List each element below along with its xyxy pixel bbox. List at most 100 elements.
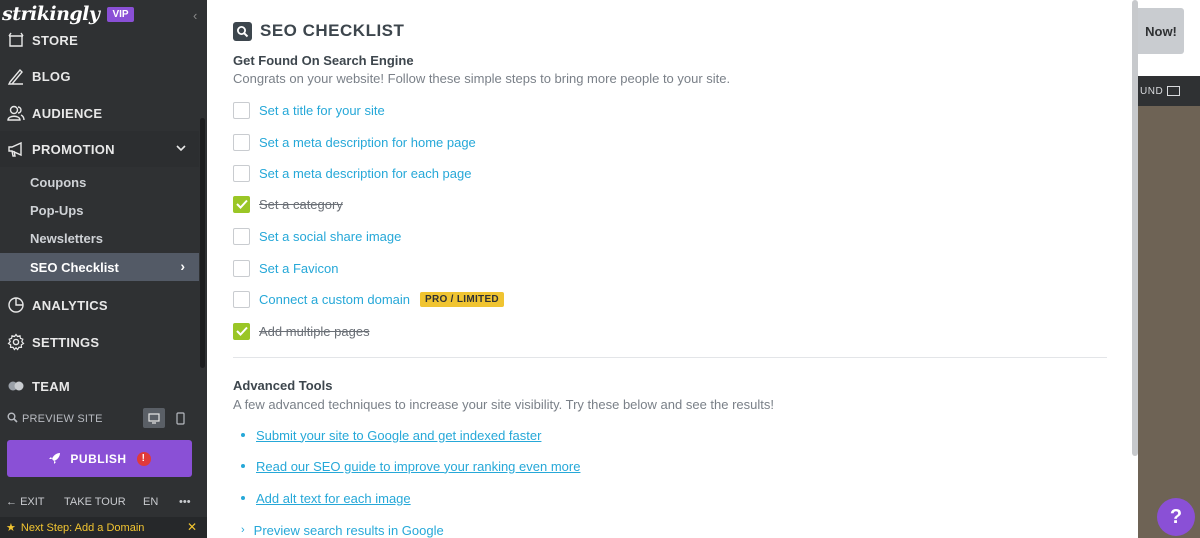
mobile-preview-button[interactable] [172,408,188,428]
checklist-item-label[interactable]: Set a meta description for home page [259,135,476,150]
sidebar-item-label: BLOG [32,68,71,84]
sidebar-scrollbar[interactable] [200,118,205,368]
sidebar-item-label: TEAM [32,378,71,394]
help-button[interactable]: ? [1157,498,1195,536]
checkbox-unchecked[interactable] [233,164,250,182]
rocket-icon [48,452,61,465]
sidebar-item-label: STORE [32,32,79,48]
sidebar-item-label: PROMOTION [32,141,115,157]
advanced-tool-item[interactable]: Read our SEO guide to improve your ranki… [241,457,580,475]
collapse-sidebar-icon[interactable]: ‹ [193,8,197,23]
page-title: SEO CHECKLIST [233,21,404,41]
sidebar: strikingly VIP ‹ STORE BLOG AUDIENCE PRO… [0,0,207,538]
desktop-icon [148,412,160,424]
mobile-icon [175,411,185,425]
arrow-left-icon: ← [6,496,17,508]
background-button[interactable]: UND [1138,76,1200,106]
checkbox-unchecked[interactable] [233,227,250,245]
sidebar-item-promotion[interactable]: PROMOTION [0,131,199,167]
desktop-preview-button[interactable] [143,408,165,428]
submit-to-google-link[interactable]: Submit your site to Google and get index… [256,428,541,443]
upgrade-now-button[interactable]: Now! [1138,8,1184,54]
checklist-item[interactable]: Add multiple pages [233,321,370,341]
search-icon [7,412,18,426]
sidebar-item-audience[interactable]: AUDIENCE [0,95,199,131]
sidebar-subitem-coupons[interactable]: Coupons [0,168,199,196]
bullet-icon [241,496,245,500]
advanced-tool-item[interactable]: Add alt text for each image [241,489,411,507]
seo-search-icon [233,21,252,41]
close-icon[interactable]: ✕ [187,520,197,534]
sidebar-footer: ← EXIT TAKE TOUR EN ••• [0,492,207,512]
checklist-item-label: Set a category [259,196,343,212]
checkbox-unchecked[interactable] [233,290,250,308]
section-divider [233,357,1107,358]
team-icon [7,377,25,395]
checklist-item-label[interactable]: Set a title for your site [259,103,385,118]
gear-icon [7,333,25,351]
preview-site-label: PREVIEW SITE [22,413,103,425]
checklist-item[interactable]: Set a Favicon [233,258,339,278]
seo-guide-link[interactable]: Read our SEO guide to improve your ranki… [256,459,580,474]
checklist-item[interactable]: Set a meta description for each page [233,163,471,183]
sidebar-subitem-newsletters[interactable]: Newsletters [0,224,199,252]
sidebar-item-label: ANALYTICS [32,297,108,313]
chevron-right-icon: › [241,524,245,536]
audience-icon [7,104,25,122]
checklist-item[interactable]: Set a category [233,194,343,214]
section-desc-search-engine: Congrats on your website! Follow these s… [233,71,731,86]
take-tour-link[interactable]: TAKE TOUR [64,496,126,508]
megaphone-icon [7,140,25,158]
sidebar-item-blog[interactable]: BLOG [0,58,199,94]
advanced-tool-item[interactable]: Submit your site to Google and get index… [241,426,541,444]
checklist-item-label: Add multiple pages [259,323,370,339]
checklist-item[interactable]: Set a meta description for home page [233,132,476,152]
bullet-icon [241,464,245,468]
preview-search-results-link[interactable]: Preview search results in Google [254,523,444,538]
section-title-advanced-tools: Advanced Tools [233,378,333,393]
sidebar-item-team[interactable]: TEAM [0,368,199,404]
checkbox-checked[interactable] [233,195,250,213]
sidebar-item-settings[interactable]: SETTINGS [0,324,199,360]
exit-label: EXIT [20,496,45,508]
alt-text-link[interactable]: Add alt text for each image [256,491,411,506]
checkbox-unchecked[interactable] [233,133,250,151]
checkmark-icon [235,326,248,336]
next-step-label: Next Step: Add a Domain [20,521,145,534]
checklist-item[interactable]: Set a title for your site [233,100,385,120]
exit-link[interactable]: ← EXIT [6,496,45,508]
sidebar-item-label: AUDIENCE [32,105,103,121]
checklist-item[interactable]: Set a social share image [233,226,401,246]
advanced-tool-item[interactable]: › Preview search results in Google [241,521,444,538]
sidebar-subitem-popups[interactable]: Pop-Ups [0,196,199,224]
section-desc-advanced-tools: A few advanced techniques to increase yo… [233,397,774,412]
checklist-item-label[interactable]: Set a Favicon [259,261,339,276]
checklist-item-label[interactable]: Connect a custom domain [259,292,410,307]
sidebar-item-analytics[interactable]: ANALYTICS [0,287,199,323]
chevron-down-icon [175,142,187,157]
image-icon [1167,86,1181,96]
checklist-item[interactable]: Connect a custom domain PRO / LIMITED [233,289,504,309]
checkbox-unchecked[interactable] [233,259,250,277]
publish-label: PUBLISH [70,451,127,466]
sidebar-subitem-label: SEO Checklist [30,259,119,275]
pro-limited-badge: PRO / LIMITED [420,291,504,307]
blog-icon [7,67,25,85]
more-options-icon[interactable]: ••• [179,496,191,508]
background-button-label: UND [1140,85,1164,97]
checkbox-checked[interactable] [233,322,250,340]
publish-button[interactable]: PUBLISH ! [7,440,192,477]
analytics-icon [7,296,25,314]
chevron-right-icon: › [180,258,185,274]
checklist-item-label[interactable]: Set a meta description for each page [259,166,471,181]
next-step-banner[interactable]: ★ Next Step: Add a Domain ✕ [0,517,207,538]
sidebar-item-label: SETTINGS [32,334,100,350]
language-selector[interactable]: EN [143,496,158,508]
checklist-item-label[interactable]: Set a social share image [259,229,401,244]
sidebar-subitem-seo-checklist[interactable]: SEO Checklist › [0,253,199,281]
bullet-icon [241,433,245,437]
sidebar-item-store[interactable]: STORE [0,22,199,58]
publish-alert-badge: ! [136,451,151,466]
star-icon: ★ [6,522,16,534]
checkbox-unchecked[interactable] [233,101,250,119]
